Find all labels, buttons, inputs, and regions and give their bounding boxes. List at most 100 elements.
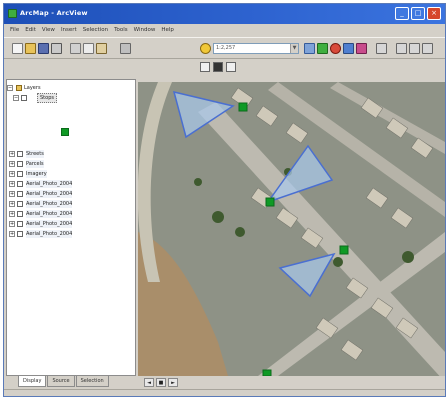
menu-tools[interactable]: Tools bbox=[114, 27, 128, 37]
undo-icon[interactable] bbox=[120, 43, 131, 54]
previous-button[interactable]: ◄ bbox=[144, 378, 154, 387]
pan-icon[interactable] bbox=[330, 43, 341, 54]
layer-checkbox[interactable] bbox=[17, 191, 23, 197]
menu-window[interactable]: Window bbox=[134, 27, 156, 37]
next-button[interactable]: ► bbox=[168, 378, 178, 387]
refresh-icon[interactable] bbox=[226, 62, 236, 72]
menu-edit[interactable]: Edit bbox=[25, 27, 36, 37]
tree bbox=[212, 211, 224, 223]
layer-checkbox[interactable] bbox=[17, 171, 23, 177]
expand-icon[interactable]: + bbox=[9, 161, 15, 167]
expand-icon[interactable]: + bbox=[9, 181, 15, 187]
minimize-button[interactable]: _ bbox=[395, 7, 409, 20]
stop-marker[interactable] bbox=[339, 245, 349, 255]
map-view[interactable] bbox=[138, 82, 445, 376]
menu-view[interactable]: View bbox=[42, 27, 55, 37]
layer-checkbox[interactable] bbox=[17, 181, 23, 187]
save-icon[interactable] bbox=[38, 43, 49, 54]
zoom-in-icon[interactable] bbox=[304, 43, 315, 54]
layers-icon bbox=[16, 85, 22, 91]
toc-item-label: Imagery bbox=[26, 170, 47, 178]
expand-icon[interactable]: + bbox=[9, 201, 15, 207]
new-icon[interactable] bbox=[12, 43, 23, 54]
toc-item[interactable]: + Aerial_Photo_2004 bbox=[9, 230, 135, 238]
open-icon[interactable] bbox=[25, 43, 36, 54]
chevron-down-icon[interactable]: ▼ bbox=[290, 44, 298, 53]
layer-checkbox[interactable] bbox=[17, 161, 23, 167]
status-middle bbox=[254, 391, 334, 396]
data-view-icon[interactable] bbox=[200, 62, 210, 72]
tab-selection[interactable]: Selection bbox=[75, 376, 109, 387]
tree bbox=[235, 227, 245, 237]
collapse-icon[interactable]: − bbox=[13, 95, 19, 101]
stop-button[interactable]: ■ bbox=[156, 378, 166, 387]
expand-icon[interactable]: + bbox=[9, 231, 15, 237]
measure-icon[interactable] bbox=[376, 43, 387, 54]
expand-icon[interactable]: + bbox=[9, 211, 15, 217]
zoom-out-icon[interactable] bbox=[317, 43, 328, 54]
toc-item[interactable]: + Aerial_Photo_2004 bbox=[9, 210, 135, 218]
expand-icon[interactable]: + bbox=[9, 151, 15, 157]
menu-bar: File Edit View Insert Selection Tools Wi… bbox=[4, 24, 445, 37]
toc-root[interactable]: − Layers bbox=[7, 84, 135, 92]
toc-item-label: Aerial_Photo_2004 bbox=[26, 190, 73, 198]
identify-icon[interactable] bbox=[343, 43, 354, 54]
paste-icon[interactable] bbox=[96, 43, 107, 54]
scale-combo[interactable]: 1:2,257 ▼ bbox=[213, 43, 299, 54]
tab-display[interactable]: Display bbox=[18, 376, 47, 387]
cut-icon[interactable] bbox=[70, 43, 81, 54]
layer-checkbox[interactable] bbox=[21, 95, 27, 101]
menu-help[interactable]: Help bbox=[161, 27, 174, 37]
toc-item-label: Aerial_Photo_2004 bbox=[26, 200, 73, 208]
toc-item[interactable]: + Aerial_Photo_2004 bbox=[9, 220, 135, 228]
layer-checkbox[interactable] bbox=[17, 201, 23, 207]
stop-marker[interactable] bbox=[265, 197, 275, 207]
hyperlink-icon[interactable] bbox=[409, 43, 420, 54]
menu-selection[interactable]: Selection bbox=[83, 27, 108, 37]
stop-marker[interactable] bbox=[238, 102, 248, 112]
standard-toolbar: 1:2,257 ▼ bbox=[4, 37, 445, 59]
toc-item-label: Parcels bbox=[26, 160, 44, 168]
app-icon bbox=[8, 9, 17, 18]
stop-marker[interactable] bbox=[262, 369, 272, 376]
layer-checkbox[interactable] bbox=[17, 231, 23, 237]
menu-file[interactable]: File bbox=[10, 27, 19, 37]
overview-icon[interactable] bbox=[422, 43, 433, 54]
layer-checkbox[interactable] bbox=[17, 151, 23, 157]
layer-checkbox[interactable] bbox=[17, 211, 23, 217]
expand-icon[interactable]: + bbox=[9, 191, 15, 197]
print-icon[interactable] bbox=[51, 43, 62, 54]
layer-checkbox[interactable] bbox=[17, 221, 23, 227]
status-right bbox=[344, 391, 439, 396]
tree bbox=[333, 257, 343, 267]
toc-item[interactable]: + Aerial_Photo_2004 bbox=[9, 200, 135, 208]
toc-item[interactable]: + Parcels bbox=[9, 160, 135, 168]
collapse-icon[interactable]: − bbox=[7, 85, 13, 91]
window-controls: _ □ × bbox=[395, 7, 441, 20]
tab-source[interactable]: Source bbox=[47, 376, 75, 387]
expand-icon[interactable]: + bbox=[9, 171, 15, 177]
expand-icon[interactable]: + bbox=[9, 221, 15, 227]
maximize-button[interactable]: □ bbox=[411, 7, 425, 20]
toc-layer-stops[interactable]: − Stops bbox=[13, 93, 135, 103]
toc-tabs: Display Source Selection bbox=[6, 376, 136, 388]
find-icon[interactable] bbox=[396, 43, 407, 54]
scale-value: 1:2,257 bbox=[216, 45, 236, 51]
toc-item[interactable]: + Streets bbox=[9, 150, 135, 158]
toc-layer-label: Stops bbox=[37, 93, 57, 103]
close-button[interactable]: × bbox=[427, 7, 441, 20]
select-icon[interactable] bbox=[356, 43, 367, 54]
window-title: ArcMap - ArcView bbox=[20, 9, 88, 17]
toc-item[interactable]: + Aerial_Photo_2004 bbox=[9, 190, 135, 198]
title-bar[interactable]: ArcMap - ArcView _ □ × bbox=[4, 4, 445, 24]
copy-icon[interactable] bbox=[83, 43, 94, 54]
toc-item-label: Aerial_Photo_2004 bbox=[26, 180, 73, 188]
tree bbox=[402, 251, 414, 263]
menu-insert[interactable]: Insert bbox=[61, 27, 77, 37]
view-toolbar bbox=[4, 59, 445, 76]
toc-item[interactable]: + Aerial_Photo_2004 bbox=[9, 180, 135, 188]
tree bbox=[194, 178, 202, 186]
layout-view-icon[interactable] bbox=[213, 62, 223, 72]
toc-item[interactable]: + Imagery bbox=[9, 170, 135, 178]
add-data-icon[interactable] bbox=[200, 43, 211, 54]
